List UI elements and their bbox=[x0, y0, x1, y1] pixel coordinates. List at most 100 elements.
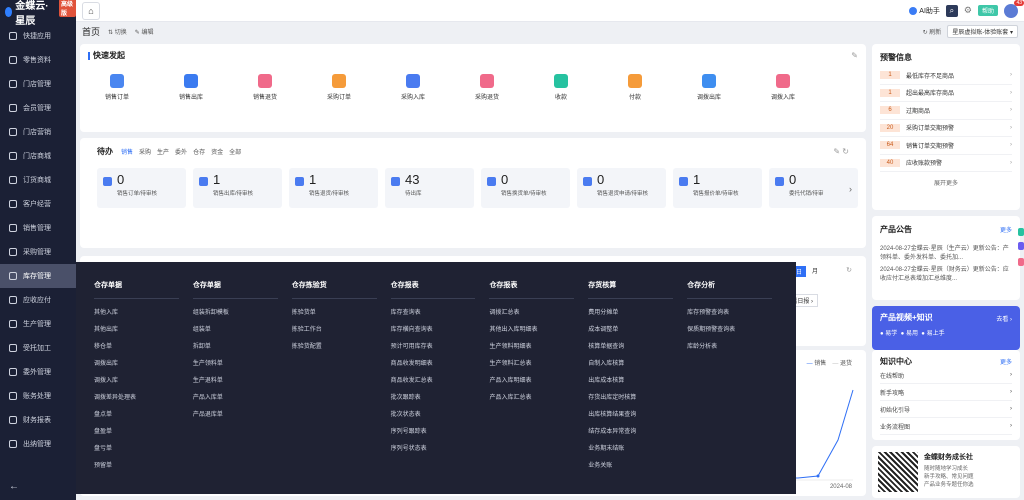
account-select[interactable]: 星辰虚拟账-体验账套 ▾ bbox=[947, 24, 1018, 38]
menu-item[interactable]: 库存横向查询表 bbox=[391, 322, 490, 339]
knowledge-item[interactable]: 新手攻略 › bbox=[880, 384, 1012, 401]
sidebar-item[interactable]: 受托加工 bbox=[0, 336, 76, 360]
knowledge-item[interactable]: 初始化引导 › bbox=[880, 401, 1012, 418]
menu-item[interactable]: 组装拆卸模板 bbox=[193, 305, 292, 322]
tab-month[interactable]: 月 bbox=[812, 266, 818, 277]
todo-tab[interactable]: 生产 bbox=[157, 147, 169, 156]
notice-item[interactable]: 2024-08-27金蝶云·星辰（财务云）更新公告：应收应付汇总表增加汇总维度.… bbox=[880, 266, 1012, 284]
sidebar-item[interactable]: 应收应付 bbox=[0, 288, 76, 312]
quick-action[interactable]: 调拨出库 bbox=[672, 74, 746, 101]
expand-more-button[interactable]: 展开更多 bbox=[880, 178, 1012, 187]
menu-item[interactable]: 成本调整单 bbox=[588, 322, 687, 339]
side-float-icon[interactable] bbox=[1018, 228, 1024, 236]
alert-row[interactable]: 64 销售订单交期预警 › bbox=[880, 137, 1012, 155]
menu-item[interactable]: 其他出库 bbox=[94, 322, 193, 339]
menu-item[interactable]: 存货出库定时核算 bbox=[588, 390, 687, 407]
sidebar-item[interactable]: 销售管理 bbox=[0, 216, 76, 240]
sidebar-item[interactable]: 账务处理 bbox=[0, 384, 76, 408]
legend-returns[interactable]: — 退货 bbox=[832, 358, 852, 367]
refresh-button[interactable]: ↻ 刷新 bbox=[923, 27, 942, 36]
menu-item[interactable]: 业务期末结账 bbox=[588, 441, 687, 458]
collapse-sidebar-icon[interactable]: ← bbox=[9, 481, 19, 492]
alert-row[interactable]: 1 超出最高库存商品 › bbox=[880, 85, 1012, 102]
menu-item[interactable]: 其他入库 bbox=[94, 305, 193, 322]
todo-card[interactable]: 43 待出库 bbox=[385, 168, 474, 208]
quick-action[interactable]: 付款 bbox=[598, 74, 672, 101]
menu-item[interactable]: 库存预警查询表 bbox=[687, 305, 786, 322]
todo-card[interactable]: 1 销售报价单/待审核 bbox=[673, 168, 762, 208]
menu-item[interactable]: 调拨出库 bbox=[94, 356, 193, 373]
sidebar-item[interactable]: 门店商城 bbox=[0, 144, 76, 168]
sidebar-item[interactable]: 门店营销 bbox=[0, 120, 76, 144]
menu-item[interactable]: 出库成本核算 bbox=[588, 373, 687, 390]
menu-item[interactable]: 批次状态表 bbox=[391, 407, 490, 424]
menu-item[interactable]: 调拨差异处理表 bbox=[94, 390, 193, 407]
todo-tab[interactable]: 委外 bbox=[175, 147, 187, 156]
menu-item[interactable]: 库存查询表 bbox=[391, 305, 490, 322]
ai-assistant-button[interactable]: AI助手 bbox=[909, 6, 940, 16]
todo-tab[interactable]: 资金 bbox=[211, 147, 223, 156]
sidebar-item[interactable]: 门店管理 bbox=[0, 72, 76, 96]
quick-action[interactable]: 采购入库 bbox=[376, 74, 450, 101]
knowledge-item[interactable]: 业务流程图 › bbox=[880, 418, 1012, 435]
sidebar-item[interactable]: 财务报表 bbox=[0, 408, 76, 432]
menu-item[interactable]: 生产领料单 bbox=[193, 356, 292, 373]
menu-item[interactable]: 保质期预警查询表 bbox=[687, 322, 786, 339]
legend-sales[interactable]: — 销售 bbox=[807, 358, 827, 367]
todo-tab[interactable]: 仓存 bbox=[193, 147, 205, 156]
menu-item[interactable]: 拣验货单 bbox=[292, 305, 391, 322]
menu-item[interactable]: 核算单据查询 bbox=[588, 339, 687, 356]
home-tab[interactable]: ⌂ bbox=[82, 1, 100, 20]
app-logo[interactable]: 金蝶云·星辰 高级版 bbox=[0, 0, 76, 27]
alert-row[interactable]: 1 最低库存不足商品 › bbox=[880, 67, 1012, 85]
sidebar-item[interactable]: 出纳管理 bbox=[0, 432, 76, 456]
menu-item[interactable]: 盘亏单 bbox=[94, 441, 193, 458]
sidebar-item[interactable]: 零售资料 bbox=[0, 48, 76, 72]
menu-item[interactable]: 序列号跟踪表 bbox=[391, 424, 490, 441]
todo-card[interactable]: 1 销售出库/待审核 bbox=[193, 168, 282, 208]
menu-item[interactable]: 产品入库单 bbox=[193, 390, 292, 407]
menu-item[interactable]: 其他出入库明细表 bbox=[489, 322, 588, 339]
sidebar-item[interactable]: 快捷应用 bbox=[0, 24, 76, 48]
todo-card[interactable]: 0 销售订单/待审核 bbox=[97, 168, 186, 208]
todo-card[interactable]: 0 销售换货单/待审核 bbox=[481, 168, 570, 208]
sidebar-item[interactable]: 订货商城 bbox=[0, 168, 76, 192]
todo-tab[interactable]: 销售 bbox=[121, 147, 133, 156]
menu-item[interactable]: 调拨汇总表 bbox=[489, 305, 588, 322]
todo-card[interactable]: 0 委托代销/待审 bbox=[769, 168, 858, 208]
menu-item[interactable]: 盘盈单 bbox=[94, 424, 193, 441]
menu-item[interactable]: 拣验工作台 bbox=[292, 322, 391, 339]
menu-item[interactable]: 生产领料汇总表 bbox=[489, 356, 588, 373]
sidebar-item[interactable]: 采购管理 bbox=[0, 240, 76, 264]
menu-item[interactable]: 拣验货配置 bbox=[292, 339, 391, 356]
menu-item[interactable]: 生产领料明细表 bbox=[489, 339, 588, 356]
menu-item[interactable]: 生产退料单 bbox=[193, 373, 292, 390]
quick-action[interactable]: 销售退货 bbox=[228, 74, 302, 101]
quick-action[interactable]: 销售出库 bbox=[154, 74, 228, 101]
quick-action[interactable]: 采购退货 bbox=[450, 74, 524, 101]
menu-item[interactable]: 业务关账 bbox=[588, 458, 687, 475]
menu-item[interactable]: 产品入库汇总表 bbox=[489, 390, 588, 407]
quick-action[interactable]: 采购订单 bbox=[302, 74, 376, 101]
video-enter-link[interactable]: 去看 › bbox=[996, 314, 1012, 323]
sidebar-item[interactable]: 客户经营 bbox=[0, 192, 76, 216]
menu-item[interactable]: 组装单 bbox=[193, 322, 292, 339]
todo-tab[interactable]: 全部 bbox=[229, 147, 241, 156]
avatar[interactable]: 43 bbox=[1004, 0, 1024, 18]
sidebar-item[interactable]: 会员管理 bbox=[0, 96, 76, 120]
edit-button[interactable]: ✎ 编辑 bbox=[135, 27, 154, 36]
menu-item[interactable]: 商品收发汇总表 bbox=[391, 373, 490, 390]
refresh-icon[interactable]: ↻ bbox=[846, 266, 852, 274]
quick-action[interactable]: 销售订单 bbox=[80, 74, 154, 101]
menu-item[interactable]: 费用分摊单 bbox=[588, 305, 687, 322]
notice-item[interactable]: 2024-08-27金蝶云·星辰（生产云）更新公告：产领料单、委外发料单、委托加… bbox=[880, 245, 1012, 263]
alert-row[interactable]: 6 过期商品 › bbox=[880, 102, 1012, 120]
settings-icon[interactable]: ⚙ bbox=[964, 5, 972, 16]
knowledge-more-link[interactable]: 更多 bbox=[1000, 357, 1012, 366]
menu-item[interactable]: 出库核算结果查询 bbox=[588, 407, 687, 424]
sidebar-item[interactable]: 生产管理 bbox=[0, 312, 76, 336]
menu-item[interactable]: 批次跟踪表 bbox=[391, 390, 490, 407]
quick-action[interactable]: 调拨入库 bbox=[746, 74, 820, 101]
menu-item[interactable]: 预计可用库存表 bbox=[391, 339, 490, 356]
menu-item[interactable]: 结存成本异常查询 bbox=[588, 424, 687, 441]
